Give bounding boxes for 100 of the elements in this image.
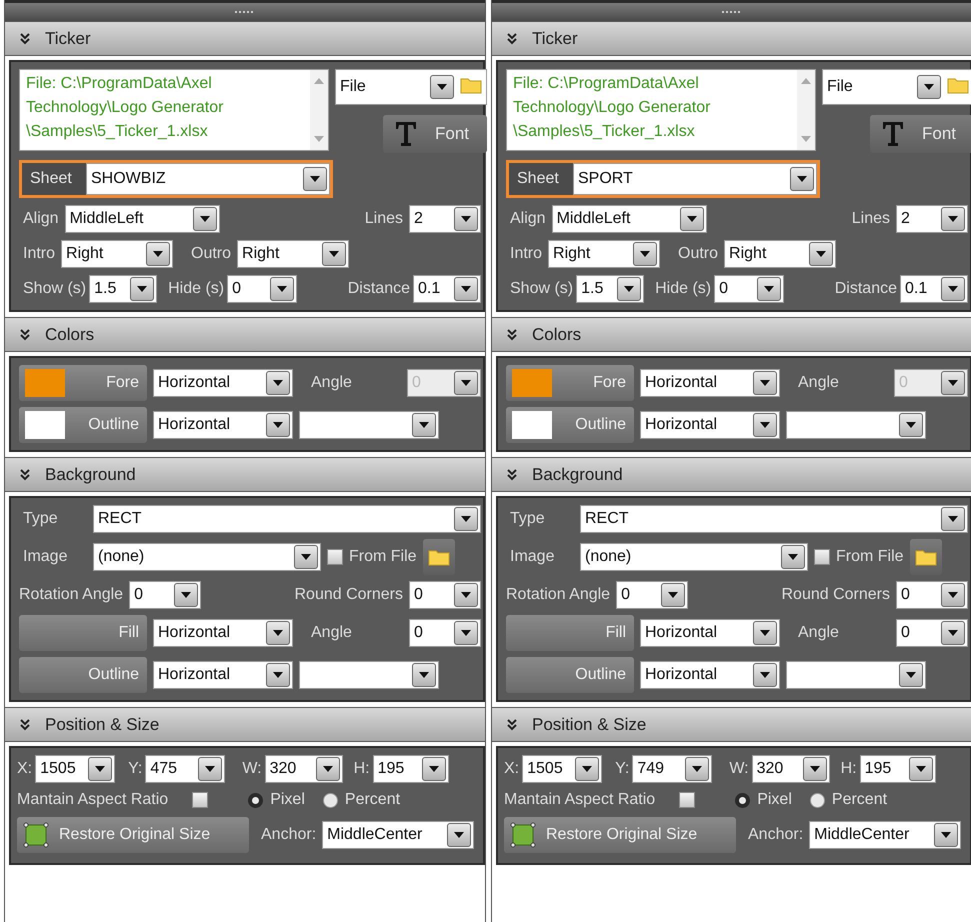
dropdown-field[interactable]: Horizontal: [640, 369, 780, 397]
dropdown-field[interactable]: 320: [752, 755, 830, 783]
dropdown-arrow-button[interactable]: [266, 621, 290, 645]
section-header[interactable]: Background: [492, 457, 971, 492]
dropdown-field[interactable]: MiddleCenter: [322, 821, 474, 849]
dropdown-arrow-button[interactable]: [146, 242, 170, 266]
dropdown-arrow-button[interactable]: [198, 757, 222, 781]
dropdown-arrow-button[interactable]: [753, 621, 777, 645]
dropdown-field[interactable]: 320: [264, 755, 343, 783]
dropdown-field[interactable]: (none): [93, 543, 321, 571]
checkbox[interactable]: [192, 792, 208, 808]
dropdown-field[interactable]: Right: [237, 240, 350, 268]
restore-size-button[interactable]: Restore Original Size: [17, 817, 249, 853]
dropdown-arrow-button[interactable]: [941, 583, 965, 607]
dropdown-field[interactable]: Horizontal: [640, 661, 780, 689]
dropdown-arrow-button[interactable]: [266, 663, 290, 687]
dropdown-arrow-button[interactable]: [941, 507, 965, 531]
dropdown-field[interactable]: 0: [129, 581, 202, 609]
dropdown-field[interactable]: MiddleCenter: [809, 821, 962, 849]
dropdown-arrow-button[interactable]: [908, 757, 933, 781]
scrollbar[interactable]: [797, 70, 815, 150]
outline-button[interactable]: Outline: [506, 657, 634, 693]
dropdown-field[interactable]: [299, 661, 439, 689]
dropdown-arrow-button[interactable]: [809, 242, 834, 266]
dropdown-arrow-button[interactable]: [917, 75, 941, 99]
dropdown-arrow-button[interactable]: [447, 823, 472, 847]
dropdown-field[interactable]: Horizontal: [640, 619, 780, 647]
dropdown-arrow-button[interactable]: [790, 167, 814, 191]
checkbox[interactable]: [814, 549, 830, 565]
dropdown-field[interactable]: MiddleLeft: [64, 205, 220, 233]
dropdown-field[interactable]: 1505: [522, 755, 602, 783]
dropdown-field[interactable]: 0: [896, 581, 968, 609]
dropdown-arrow-button[interactable]: [430, 75, 454, 99]
checkbox[interactable]: [327, 549, 343, 565]
file-path-box[interactable]: File: C:\ProgramData\Axel Technology\Logo Generator \Samples\5_Ticker_1.xlsx: [19, 69, 329, 151]
dropdown-field[interactable]: [786, 661, 926, 689]
dropdown-field[interactable]: 195: [860, 755, 936, 783]
dropdown-field[interactable]: 2: [896, 205, 968, 233]
dropdown-field[interactable]: 0: [227, 275, 298, 303]
dropdown-field[interactable]: Right: [61, 240, 174, 268]
section-header[interactable]: Position & Size: [5, 707, 485, 742]
dropdown-field[interactable]: Horizontal: [153, 661, 293, 689]
dropdown-arrow-button[interactable]: [941, 621, 965, 645]
dropdown-arrow-button[interactable]: [270, 277, 294, 301]
dropdown-field[interactable]: 0.1: [413, 275, 481, 303]
section-header[interactable]: Ticker: [492, 21, 971, 56]
dropdown-field[interactable]: File: [335, 69, 487, 105]
open-folder-button[interactable]: [422, 539, 455, 575]
dropdown-field[interactable]: 749: [632, 755, 712, 783]
dropdown-arrow-button[interactable]: [802, 757, 827, 781]
dropdown-field[interactable]: RECT: [580, 505, 968, 533]
dropdown-field[interactable]: Horizontal: [640, 411, 780, 439]
dropdown-arrow-button[interactable]: [633, 242, 658, 266]
dropdown-field[interactable]: 2: [409, 205, 481, 233]
dropdown-arrow-button[interactable]: [575, 757, 600, 781]
dropdown-arrow-button[interactable]: [454, 621, 478, 645]
file-path-box[interactable]: File: C:\ProgramData\Axel Technology\Logo Generator \Samples\5_Ticker_1.xlsx: [506, 69, 816, 151]
dropdown-field[interactable]: File: [822, 69, 971, 105]
dropdown-arrow-button[interactable]: [941, 277, 965, 301]
dropdown-field[interactable]: SPORT: [573, 163, 817, 195]
dropdown-field[interactable]: [299, 411, 439, 439]
dropdown-arrow-button[interactable]: [899, 663, 923, 687]
dropdown-arrow-button[interactable]: [422, 757, 446, 781]
dropdown-arrow-button[interactable]: [941, 207, 965, 231]
radio-option[interactable]: Percent: [322, 791, 400, 809]
dropdown-field[interactable]: 1.5: [576, 275, 644, 303]
dropdown-arrow-button[interactable]: [934, 823, 958, 847]
dropdown-field[interactable]: Horizontal: [153, 619, 293, 647]
dropdown-field[interactable]: [786, 411, 926, 439]
dropdown-arrow-button[interactable]: [454, 583, 478, 607]
dropdown-field[interactable]: 0: [409, 619, 481, 647]
font-button[interactable]: Font: [383, 115, 487, 153]
resize-grip[interactable]: [492, 0, 971, 21]
dropdown-arrow-button[interactable]: [412, 413, 436, 437]
outline-button[interactable]: Outline: [19, 657, 147, 693]
dropdown-arrow-button[interactable]: [753, 663, 777, 687]
resize-grip[interactable]: [5, 0, 485, 21]
section-header[interactable]: Ticker: [5, 21, 485, 56]
radio-option[interactable]: Pixel: [735, 791, 792, 809]
dropdown-arrow-button[interactable]: [661, 583, 686, 607]
restore-size-button[interactable]: Restore Original Size: [504, 817, 736, 853]
dropdown-field[interactable]: 0.1: [900, 275, 968, 303]
dropdown-arrow-button[interactable]: [454, 207, 478, 231]
fill-button[interactable]: Fill: [19, 615, 147, 651]
dropdown-field[interactable]: Horizontal: [153, 369, 293, 397]
dropdown-field[interactable]: 0: [714, 275, 784, 303]
fill-button[interactable]: Fill: [506, 615, 634, 651]
dropdown-arrow-button[interactable]: [753, 371, 777, 395]
radio-option[interactable]: Pixel: [248, 791, 305, 809]
dropdown-arrow-button[interactable]: [617, 277, 642, 301]
dropdown-field[interactable]: 475: [145, 755, 226, 783]
color-button[interactable]: Outline: [506, 407, 634, 443]
dropdown-field[interactable]: RECT: [93, 505, 481, 533]
dropdown-arrow-button[interactable]: [174, 583, 198, 607]
dropdown-field[interactable]: Right: [548, 240, 660, 268]
section-header[interactable]: Colors: [492, 317, 971, 352]
color-button[interactable]: Fore: [19, 365, 147, 401]
open-folder-button[interactable]: [910, 539, 942, 575]
dropdown-field[interactable]: 0: [896, 619, 968, 647]
dropdown-arrow-button[interactable]: [322, 242, 346, 266]
